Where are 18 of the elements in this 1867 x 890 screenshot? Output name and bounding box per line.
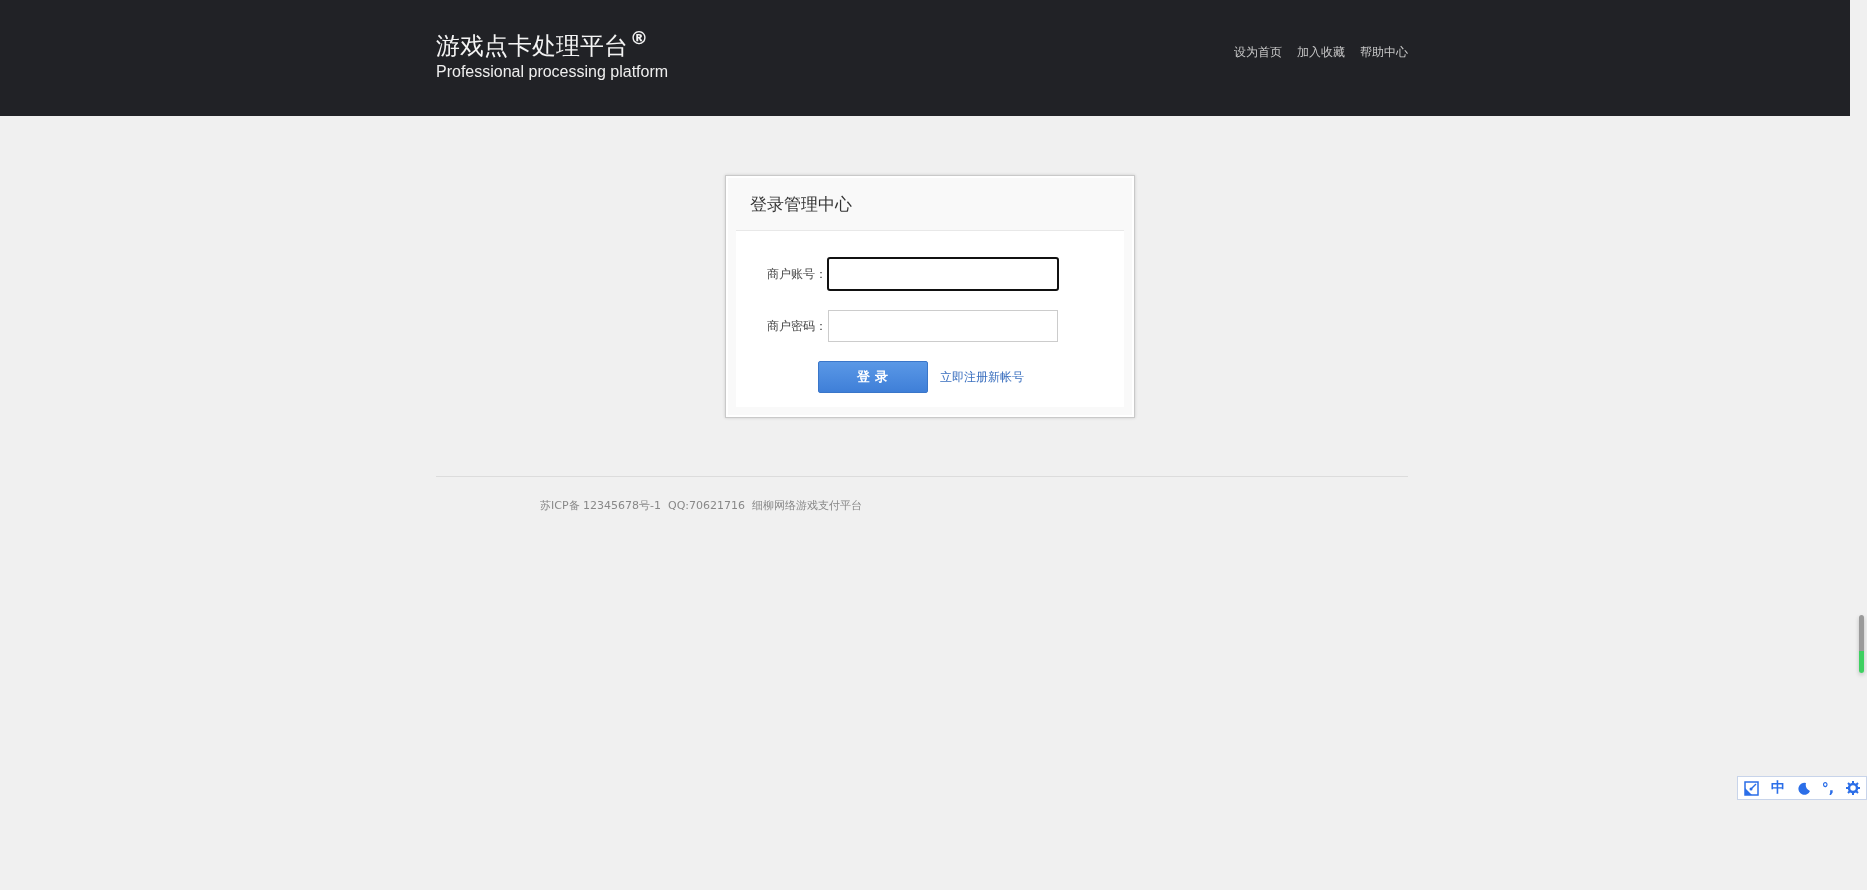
- scroll-indicator-icon: [1859, 615, 1864, 673]
- header-link[interactable]: 加入收藏: [1297, 44, 1345, 61]
- field-label: 商户账号：: [766, 265, 827, 283]
- site-title: 游戏点卡处理平台$^{®}$: [436, 26, 649, 62]
- header-link[interactable]: 设为首页: [1234, 44, 1282, 61]
- punctuation-toggle[interactable]: °,: [1821, 780, 1835, 796]
- ime-mode-toggle[interactable]: 中: [1770, 779, 1785, 797]
- register-link[interactable]: 立即注册新帐号: [939, 368, 1024, 386]
- input-field[interactable]: [826, 257, 1059, 291]
- site-subtitle: Professional processing platform: [436, 62, 669, 82]
- field-label: 商户密码：: [766, 317, 827, 335]
- login-button[interactable]: 登 录: [817, 361, 928, 393]
- header-link[interactable]: 帮助中心: [1360, 44, 1408, 61]
- moon-icon[interactable]: [1796, 781, 1810, 795]
- resize-icon[interactable]: [1743, 780, 1759, 796]
- card-title: 登录管理中心: [749, 192, 852, 216]
- footer-text: 苏ICP备 12345678号-1 QQ:70621716 细柳网络游戏支付平台: [540, 498, 863, 513]
- settings-icon[interactable]: [1845, 781, 1860, 795]
